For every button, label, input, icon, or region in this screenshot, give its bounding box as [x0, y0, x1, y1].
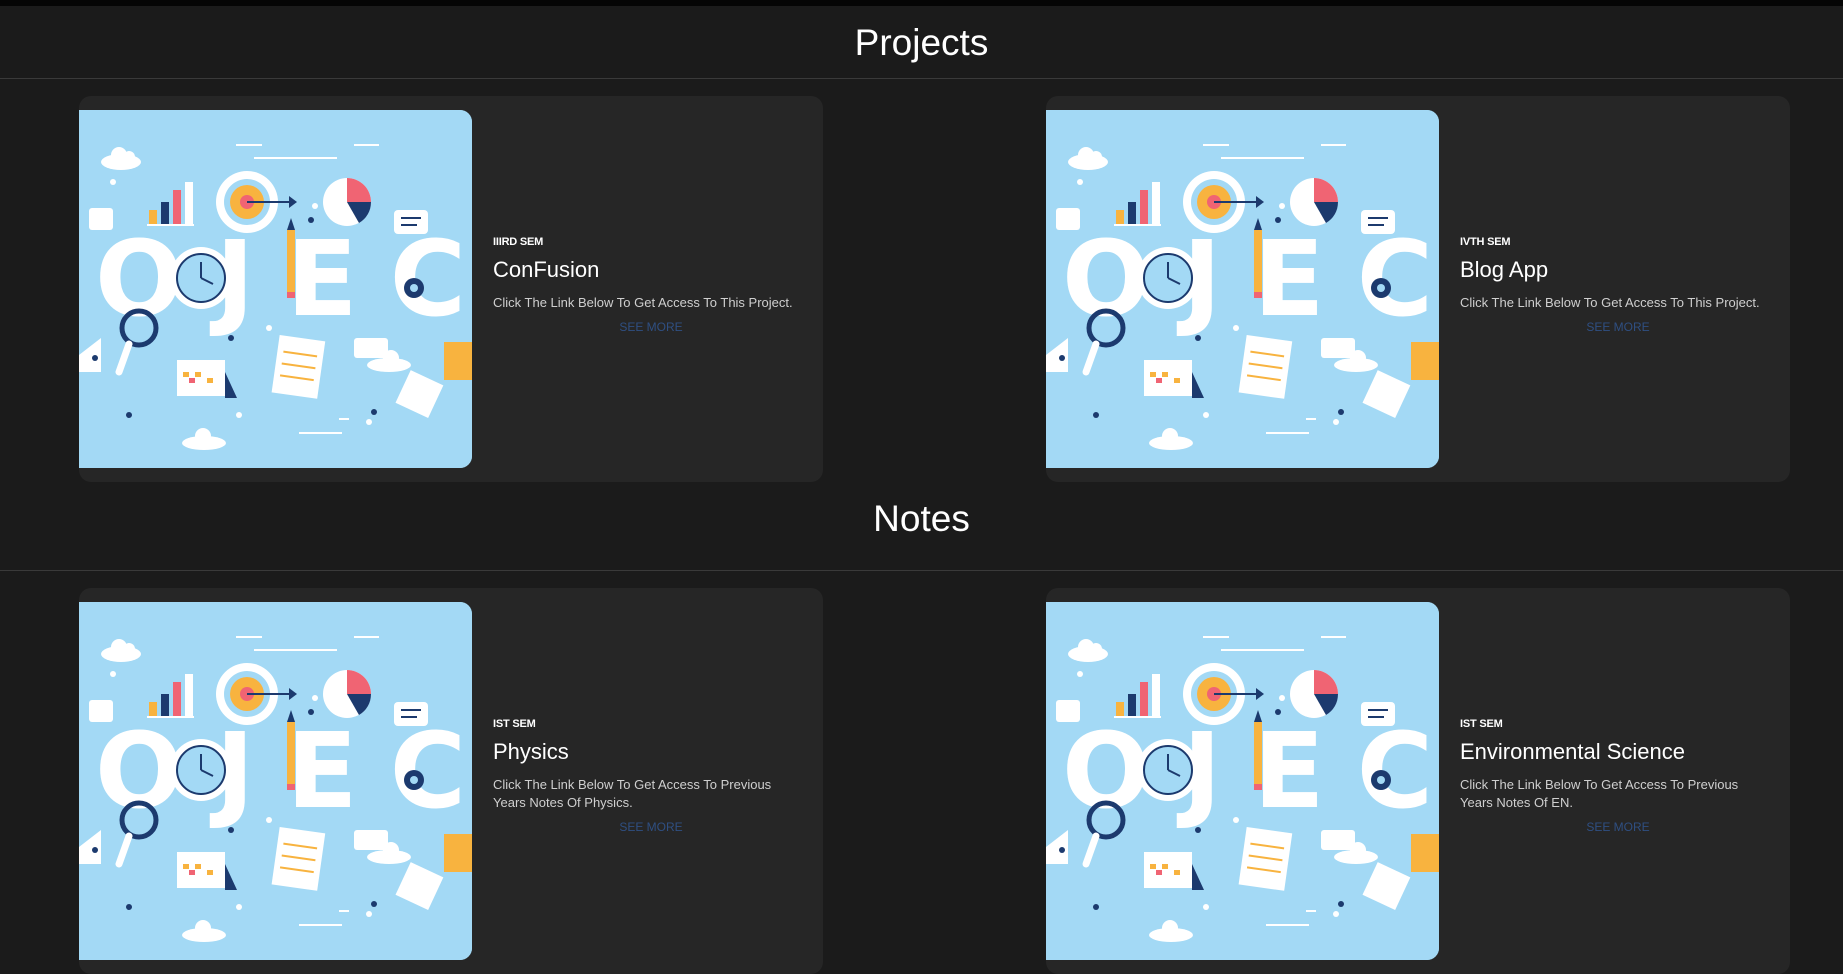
notes-section-title: Notes: [873, 498, 970, 539]
see-more-link[interactable]: SEE MORE: [493, 820, 809, 834]
card-image: R O J E C T: [1046, 602, 1439, 960]
see-more-link[interactable]: SEE MORE: [1460, 320, 1776, 334]
see-more-link[interactable]: SEE MORE: [493, 320, 809, 334]
card-title: Physics: [493, 739, 569, 764]
card-body: IST SEM Environmental Science Click The …: [1460, 588, 1772, 974]
card-title: Environmental Science: [1460, 739, 1686, 764]
notes-divider: [0, 570, 1843, 571]
card-description: Click The Link Below To Get Access To Th…: [1460, 295, 1760, 310]
project-illustration-icon: R O J E C T: [79, 602, 472, 960]
project-illustration-icon: R O J E C T: [1046, 602, 1439, 960]
project-card-confusion: R O J E C T IIIRD SEM ConFusion Click Th…: [79, 96, 823, 482]
card-body: IIIRD SEM ConFusion Click The Link Below…: [493, 96, 805, 482]
card-image: R O J E C T: [1046, 110, 1439, 468]
top-bar: [0, 0, 1843, 6]
card-title: ConFusion: [493, 257, 600, 282]
card-body: IVTH SEM Blog App Click The Link Below T…: [1460, 96, 1772, 482]
semester-label: IST SEM: [1460, 718, 1503, 730]
project-illustration-icon: R O J E C T: [1046, 110, 1439, 468]
projects-divider: [0, 78, 1843, 79]
card-description: Click The Link Below To Get Access To Pr…: [1460, 777, 1739, 810]
project-card-blog-app: R O J E C T IVTH SEM Blog App Click The …: [1046, 96, 1790, 482]
see-more-link[interactable]: SEE MORE: [1460, 820, 1776, 834]
card-body: IST SEM Physics Click The Link Below To …: [493, 588, 805, 974]
semester-label: IVTH SEM: [1460, 236, 1511, 248]
project-illustration-icon: R O J E C T: [79, 110, 472, 468]
semester-label: IST SEM: [493, 718, 536, 730]
note-card-environmental-science: R O J E C T IST SEM Environmental Scienc…: [1046, 588, 1790, 974]
card-image: R O J E C T: [79, 602, 472, 960]
card-title: Blog App: [1460, 257, 1549, 282]
semester-label: IIIRD SEM: [493, 236, 544, 248]
projects-section-title: Projects: [854, 22, 989, 63]
note-card-physics: R O J E C T IST SEM Physics Click The Li…: [79, 588, 823, 974]
card-image: R O J E C T: [79, 110, 472, 468]
card-description: Click The Link Below To Get Access To Th…: [493, 295, 793, 310]
card-description: Click The Link Below To Get Access To Pr…: [493, 777, 772, 810]
